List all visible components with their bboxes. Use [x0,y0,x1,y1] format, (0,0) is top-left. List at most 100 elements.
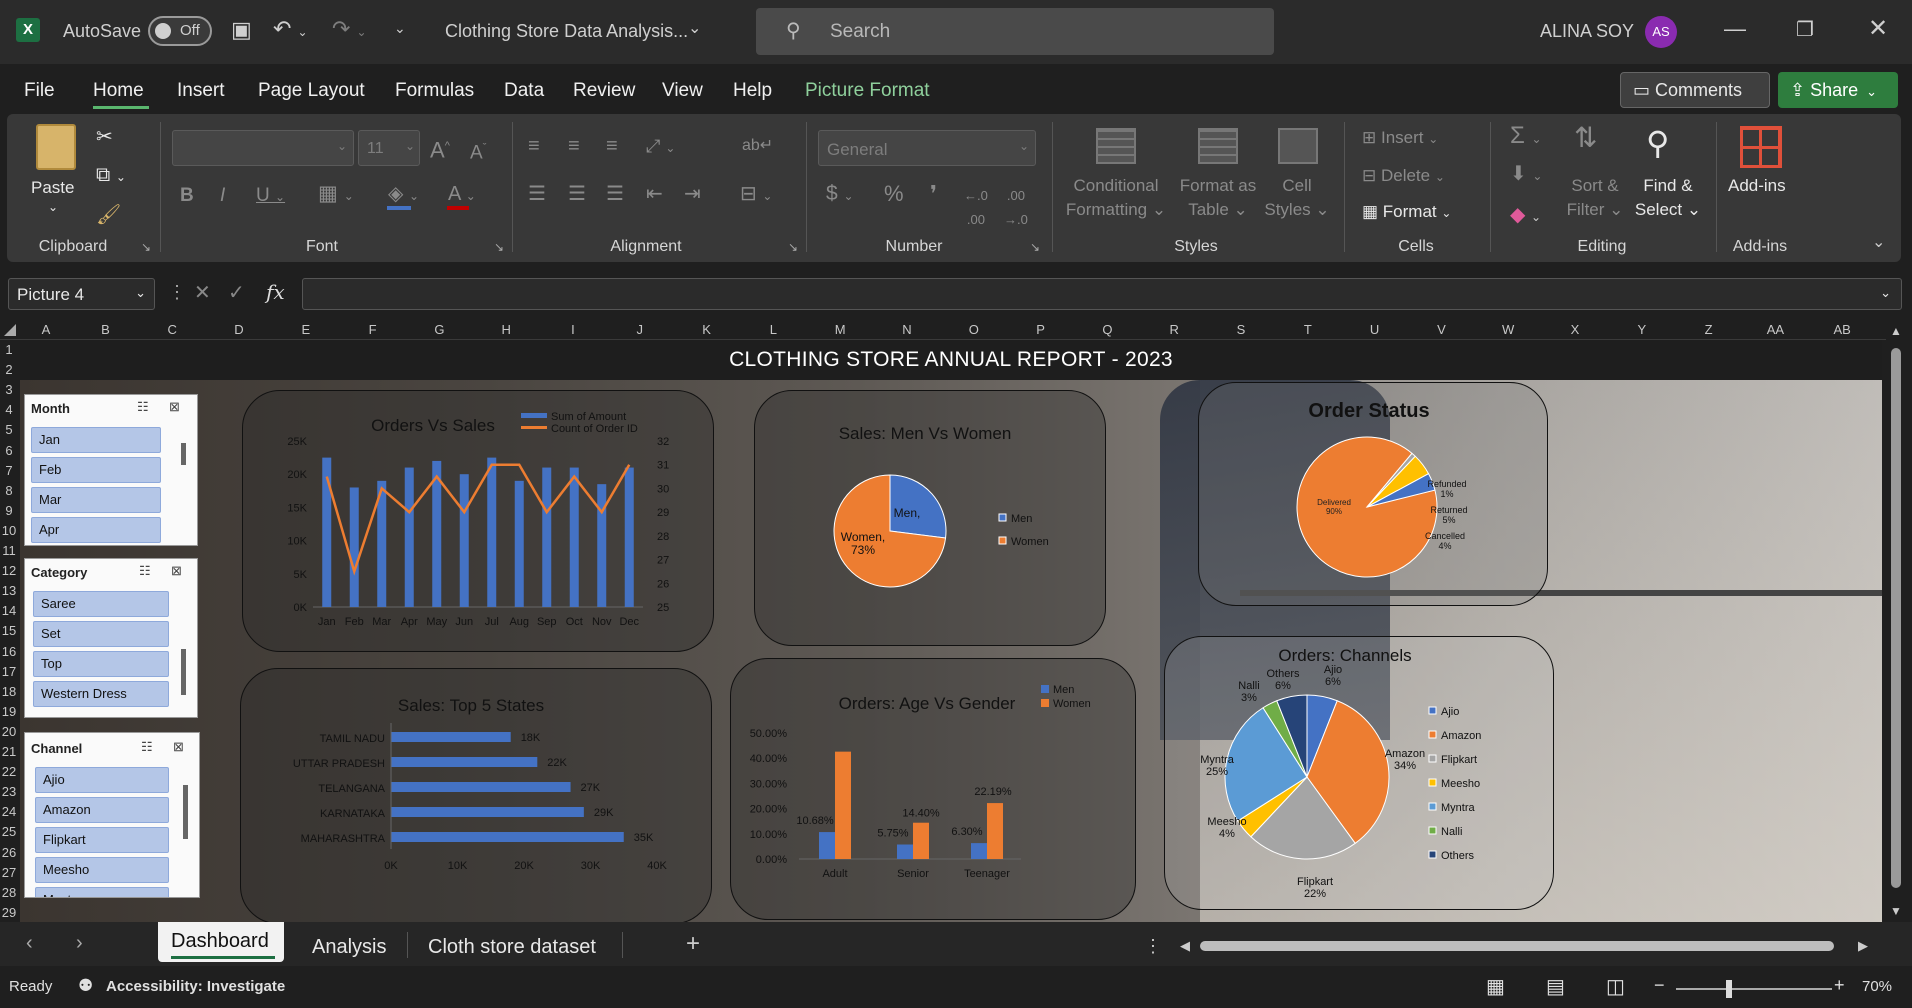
find-select-icon[interactable]: ⚲ [1646,124,1669,162]
conditional-formatting-button[interactable]: Conditional Formatting ⌄ [1064,174,1168,222]
row-header[interactable]: 3 [0,380,18,400]
page-layout-view-icon[interactable]: ▤ [1546,974,1565,999]
redo-icon[interactable]: ↷ ⌄ [332,16,367,42]
increase-font-icon[interactable]: A^ [430,134,450,162]
row-header[interactable]: 29 [0,903,18,923]
sort-filter-button[interactable]: Sort & Filter ⌄ [1562,174,1628,222]
column-header[interactable]: Q [1074,320,1141,340]
row-header[interactable]: 16 [0,642,18,662]
slicer-category[interactable]: Category ☷ ⊠ Saree Set Top Western Dress [24,558,198,718]
column-header[interactable]: E [272,320,339,340]
search-box[interactable]: ⚲ Search [756,8,1274,55]
slicer-item[interactable]: Saree [33,591,169,617]
row-header[interactable]: 17 [0,662,18,682]
font-color-icon[interactable]: A ⌄ [448,182,476,208]
column-header[interactable]: L [740,320,807,340]
menu-review[interactable]: Review [573,80,635,102]
column-header[interactable]: N [874,320,941,340]
chart-men-vs-women[interactable]: Sales: Men Vs Women Men, Women, 73% Men Women [754,390,1106,646]
copy-icon[interactable]: ⧉ ⌄ [96,164,126,187]
avatar[interactable]: AS [1645,16,1677,48]
find-select-button[interactable]: Find & Select ⌄ [1630,174,1706,222]
scroll-right-icon[interactable]: ▶ [1858,938,1868,954]
row-header[interactable]: 24 [0,802,18,822]
column-header[interactable]: B [72,320,139,340]
cell-styles-icon[interactable] [1278,128,1318,164]
row-header[interactable]: 23 [0,782,18,802]
row-header[interactable]: 7 [0,461,18,481]
name-box[interactable]: Picture 4 ⌄ [8,278,155,310]
chart-channels[interactable]: Orders: Channels Ajio 6% Amazon 34% Flipkart 2… [1164,636,1554,910]
clear-icon[interactable]: ◆ ⌄ [1510,202,1541,227]
number-format-dropdown[interactable]: General ⌄ [818,130,1036,166]
slicer-item[interactable]: Meesho [35,857,169,883]
orientation-icon[interactable]: ⤢ ⌄ [646,134,675,160]
row-header[interactable]: 12 [0,561,18,581]
sheet-tab-cloth-store-dataset[interactable]: Cloth store dataset [428,936,596,959]
sheet-tab-analysis[interactable]: Analysis [312,936,386,959]
row-header[interactable]: 8 [0,481,18,501]
add-sheet-icon[interactable]: + [686,930,700,958]
comments-button[interactable]: ▭ Comments [1620,72,1770,108]
more-options-icon[interactable]: ⋮ [168,282,186,303]
align-center-icon[interactable]: ☰ [568,182,586,206]
slicer-scrollbar[interactable] [181,443,186,465]
column-header[interactable]: V [1408,320,1475,340]
minimize-icon[interactable]: — [1724,16,1746,42]
column-header[interactable]: S [1208,320,1275,340]
font-size-dropdown[interactable]: 11 ⌄ [358,130,420,166]
row-header[interactable]: 13 [0,581,18,601]
menu-insert[interactable]: Insert [177,80,225,102]
clear-filter-icon[interactable]: ⊠ [173,739,184,755]
scroll-left-icon[interactable]: ◀ [1180,938,1190,954]
column-header[interactable]: F [339,320,406,340]
vertical-scrollbar[interactable]: ▲ ▼ [1886,320,1906,922]
slicer-item[interactable]: Mar [31,487,161,513]
slicer-item[interactable]: Flipkart [35,827,169,853]
slicer-item[interactable]: Apr [31,517,161,543]
autosave-toggle[interactable]: Off [148,16,212,46]
multi-select-icon[interactable]: ☷ [137,399,149,415]
normal-view-icon[interactable]: ▦ [1486,974,1505,999]
accessibility-status[interactable]: Accessibility: Investigate [106,978,285,995]
fill-icon[interactable]: ⬇ ⌄ [1510,162,1542,188]
insert-cells-button[interactable]: ⊞ Insert ⌄ [1362,126,1438,151]
column-header[interactable]: M [807,320,874,340]
zoom-in-icon[interactable]: + [1834,975,1845,996]
row-header[interactable]: 22 [0,762,18,782]
slicer-item[interactable]: Ajio [35,767,169,793]
zoom-level[interactable]: 70% [1862,978,1892,995]
confirm-entry-icon[interactable]: ✓ [228,280,245,305]
h-scroll-thumb[interactable] [1200,941,1834,951]
align-left-icon[interactable]: ☰ [528,182,546,206]
zoom-slider-thumb[interactable] [1726,980,1732,998]
document-title[interactable]: Clothing Store Data Analysis... [445,21,688,42]
clipboard-launcher-icon[interactable]: ↘ [141,240,151,254]
clear-filter-icon[interactable]: ⊠ [171,563,182,579]
decrease-decimal-icon[interactable]: .00 →.0 [1004,184,1028,232]
format-as-table-button[interactable]: Format as Table ⌄ [1172,174,1264,222]
conditional-formatting-icon[interactable] [1096,128,1136,164]
menu-help[interactable]: Help [733,80,772,102]
borders-icon[interactable]: ▦ ⌄ [318,182,354,208]
row-header[interactable]: 14 [0,601,18,621]
sheet-tab-dashboard[interactable]: Dashboard [171,930,269,953]
zoom-out-icon[interactable]: − [1654,975,1665,996]
column-header[interactable]: G [406,320,473,340]
alignment-launcher-icon[interactable]: ↘ [788,240,798,254]
slicer-item[interactable]: Feb [31,457,161,483]
paste-label[interactable]: Paste [31,178,74,198]
share-button[interactable]: ⇪ Share ⌄ [1778,72,1898,108]
accessibility-icon[interactable]: ⚉ [78,976,93,996]
autosum-icon[interactable]: Σ ⌄ [1510,124,1542,151]
cancel-entry-icon[interactable]: ✕ [194,280,211,305]
bold-icon[interactable]: B [180,184,194,208]
font-name-dropdown[interactable]: ⌄ [172,130,354,166]
menu-view[interactable]: View [662,80,703,102]
decrease-font-icon[interactable]: Aˇ [470,136,486,165]
row-header[interactable]: 19 [0,702,18,722]
row-header[interactable]: 2 [0,360,18,380]
wrap-text-icon[interactable]: ab↵ [742,134,773,158]
formula-input[interactable]: ⌄ [302,278,1902,310]
format-painter-icon[interactable]: 🖌 [96,202,121,227]
